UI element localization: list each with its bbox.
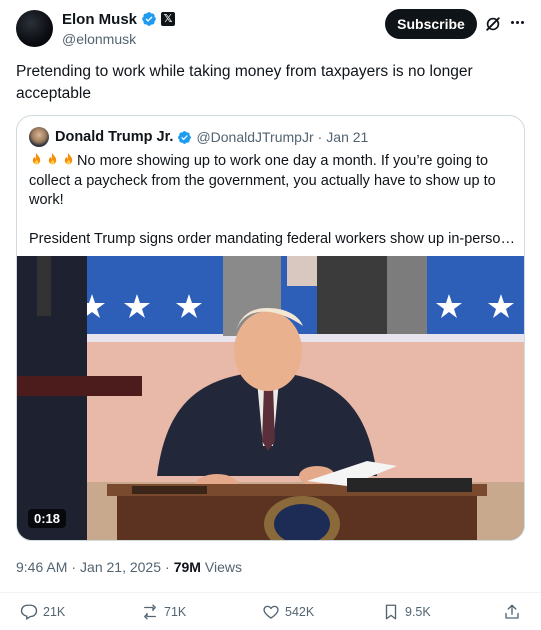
post-date[interactable]: Jan 21, 2025	[80, 559, 161, 575]
like-count: 542K	[285, 605, 315, 619]
verified-icon	[142, 12, 156, 26]
views-count: 79M	[173, 559, 201, 575]
action-bar: 21K 71K 542K 9.5K	[0, 592, 541, 630]
quoted-author-handle[interactable]: @DonaldJTrumpJr	[196, 129, 313, 145]
fire-emoji-icon	[64, 152, 73, 165]
quoted-post-text: No more showing up to work one day a mon…	[29, 152, 515, 249]
subscribe-button[interactable]: Subscribe	[385, 9, 477, 39]
quoted-author-name[interactable]: Donald Trump Jr.	[55, 129, 173, 145]
views-label: Views	[204, 559, 243, 575]
like-button[interactable]: 542K	[262, 603, 314, 621]
post-text: Pretending to work while taking money fr…	[16, 63, 473, 102]
video-timestamp: 0:18	[28, 509, 67, 528]
repost-count: 71K	[164, 605, 187, 619]
share-icon	[505, 604, 519, 619]
author-handle[interactable]: @elonmusk	[62, 31, 175, 47]
author-display-name[interactable]: Elon Musk	[62, 11, 137, 28]
x-affiliate-icon: 𝕏	[161, 12, 176, 26]
separator-dot: ·	[165, 559, 170, 575]
reply-count: 21K	[43, 605, 66, 619]
quoted-link-text[interactable]: President Trump signs order mandating fe…	[29, 230, 515, 250]
quoted-author-avatar[interactable]	[29, 127, 49, 147]
name-row: Elon Musk 𝕏	[62, 10, 176, 28]
grok-icon[interactable]	[483, 14, 503, 34]
quoted-post-body: No more showing up to work one day a mon…	[29, 153, 496, 208]
bookmark-count: 9.5K	[405, 605, 431, 619]
separator-dot: ·	[71, 559, 77, 575]
post-time[interactable]: 9:46 AM	[16, 559, 67, 575]
fire-emoji-icon	[32, 152, 41, 165]
x-badge-letter: 𝕏	[163, 12, 173, 25]
reply-icon	[20, 604, 38, 620]
repost-button[interactable]: 71K	[141, 603, 186, 621]
verified-icon	[178, 130, 192, 144]
fire-emoji-icon	[48, 152, 57, 165]
quoted-post-header: Donald Trump Jr. @DonaldJTrumpJr · Jan 2…	[29, 127, 368, 147]
more-icon[interactable]	[507, 12, 527, 32]
share-button[interactable]	[503, 603, 521, 621]
bookmark-icon	[385, 604, 397, 620]
author-avatar[interactable]	[16, 10, 53, 47]
video-thumbnail	[17, 256, 524, 540]
repost-icon	[144, 604, 156, 620]
video-player[interactable]: 0:18	[17, 256, 524, 540]
quoted-post[interactable]: Donald Trump Jr. @DonaldJTrumpJr · Jan 2…	[16, 115, 525, 541]
author-info: Elon Musk 𝕏 @elonmusk	[62, 10, 176, 47]
quoted-post-date[interactable]: Jan 21	[326, 129, 368, 145]
reply-button[interactable]: 21K	[20, 603, 65, 621]
heart-icon	[263, 605, 279, 619]
post-meta: 9:46 AM · Jan 21, 2025 · 79M Views	[16, 559, 242, 575]
post: Elon Musk 𝕏 @elonmusk Subscribe Pretendi…	[0, 0, 541, 630]
bookmark-button[interactable]: 9.5K	[382, 603, 431, 621]
separator-dot: ·	[317, 129, 323, 145]
